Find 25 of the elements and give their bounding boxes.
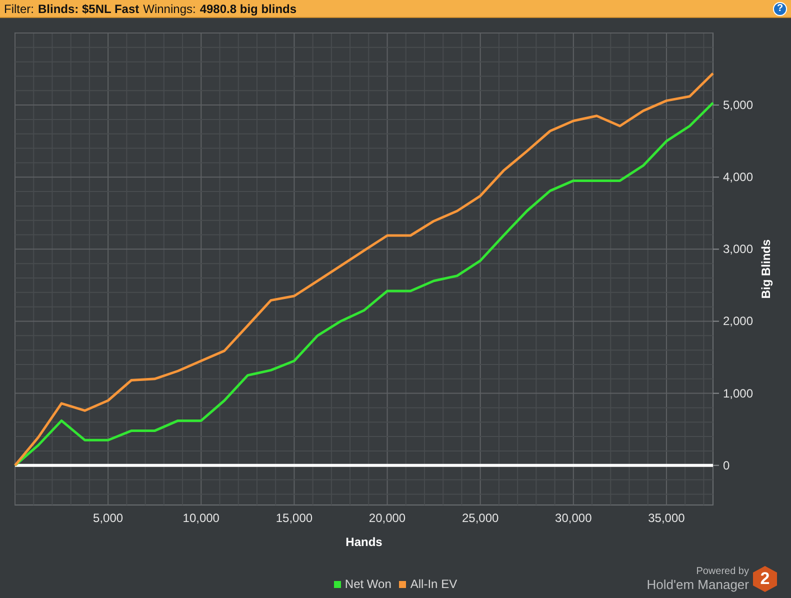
y-axis-tick-label: 3,000: [723, 242, 754, 256]
x-axis-tick-label: 5,000: [93, 511, 124, 525]
x-axis-tick-label: 10,000: [182, 511, 220, 525]
x-axis-tick-label: 25,000: [462, 511, 499, 525]
product-name: Hold'em Manager: [646, 577, 749, 592]
x-axis-tick-label: 20,000: [368, 511, 406, 525]
logo-badge: 2: [753, 566, 777, 592]
y-axis-tick-label: 5,000: [723, 98, 754, 112]
legend-label: All-In EV: [410, 577, 458, 591]
x-axis-tick-label: 15,000: [276, 511, 313, 525]
y-axis-tick-label: 1,000: [723, 386, 754, 400]
y-axis-tick-label: 0: [723, 458, 730, 472]
help-button[interactable]: ?: [773, 2, 787, 16]
winnings-value: 4980.8 big blinds: [200, 2, 297, 16]
filter-value: Blinds: $5NL Fast: [38, 2, 140, 16]
y-axis-tick-label: 2,000: [723, 314, 754, 328]
legend-label: Net Won: [344, 577, 392, 591]
powered-by-text: Powered by: [696, 566, 749, 577]
filter-label: Filter:: [4, 2, 34, 16]
x-axis-tick-label: 35,000: [648, 511, 685, 525]
winnings-label: Winnings:: [143, 2, 196, 16]
x-axis-tick-label: 30,000: [555, 511, 592, 525]
y-axis-tick-label: 4,000: [723, 170, 754, 184]
x-axis-title: Hands: [346, 535, 382, 549]
y-axis-title: Big Blinds: [759, 239, 773, 299]
